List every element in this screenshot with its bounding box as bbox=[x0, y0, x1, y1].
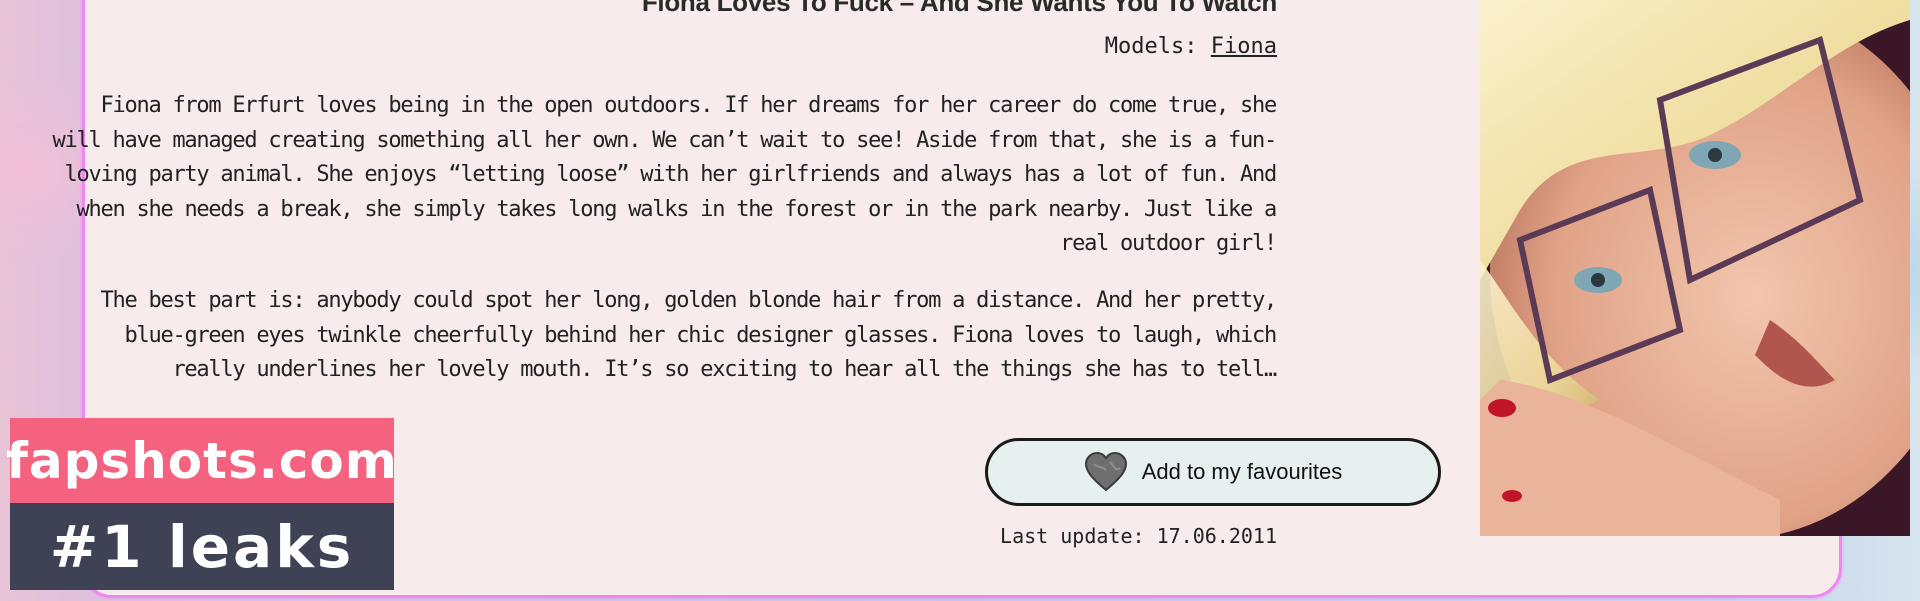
models-line: Models: Fiona bbox=[1105, 34, 1277, 59]
description-paragraph-2: The best part is: anybody could spot her… bbox=[100, 288, 1277, 382]
post-title: Fiona Loves To Fuck – And She Wants You … bbox=[641, 0, 1277, 17]
description-paragraph-1: Fiona from Erfurt loves being in the ope… bbox=[52, 93, 1277, 256]
model-photo-image bbox=[1480, 0, 1910, 536]
model-photo[interactable] bbox=[1480, 0, 1910, 536]
watermark-site: fapshots.com bbox=[6, 418, 397, 503]
watermark: fapshots.com #1 leaks bbox=[6, 418, 397, 590]
models-label: Models: bbox=[1104, 34, 1198, 59]
last-update: Last update: 17.06.2011 bbox=[1000, 524, 1277, 548]
add-to-favourites-label: Add to my favourites bbox=[1141, 459, 1343, 484]
watermark-tagline: #1 leaks bbox=[10, 503, 394, 590]
model-name-link[interactable]: Fiona bbox=[1211, 34, 1277, 59]
add-to-favourites-button[interactable]: Add to my favourites bbox=[985, 438, 1441, 506]
heart-icon bbox=[1084, 452, 1127, 492]
